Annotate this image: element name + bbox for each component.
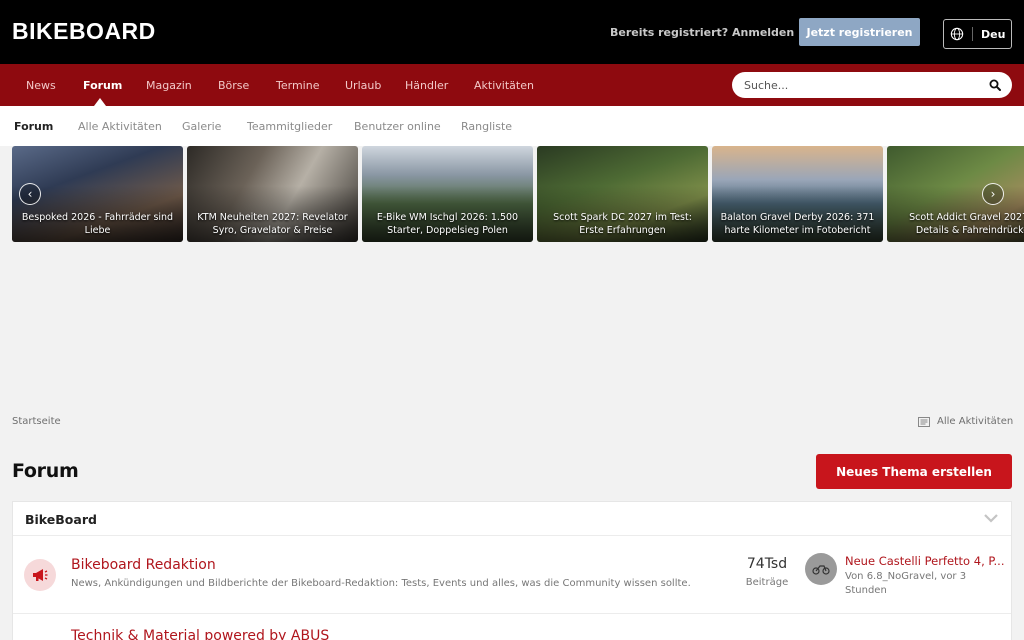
language-label: Deu [981, 27, 1006, 41]
sub-nav: Forum Alle Aktivitäten Galerie Teammitgl… [0, 106, 1024, 146]
carousel-card[interactable]: Balaton Gravel Derby 2026: 371 harte Kil… [712, 146, 883, 242]
card-caption: Scott Addict Gravel 2027 – Details & Fah… [909, 212, 1024, 236]
forum-title[interactable]: Bikeboard Redaktion [71, 557, 216, 573]
subnav-item-rangliste[interactable]: Rangliste [461, 120, 512, 133]
nav-item-boerse[interactable]: Börse [218, 79, 249, 92]
top-header: BIKEBOARD Bereits registriert? Anmelden … [0, 0, 1024, 64]
avatar[interactable] [805, 553, 837, 585]
card-caption: Balaton Gravel Derby 2026: 371 harte Kil… [720, 212, 875, 236]
chevron-right-icon: › [990, 187, 996, 201]
nav-item-haendler[interactable]: Händler [405, 79, 448, 92]
language-divider [972, 27, 973, 41]
megaphone-icon [24, 559, 56, 591]
last-post-meta: Von 6.8_NoGravel, vor 3 Stunden [845, 571, 967, 596]
subnav-item-teammitglieder[interactable]: Teammitglieder [247, 120, 332, 133]
search-input[interactable] [744, 77, 974, 93]
breadcrumb[interactable]: Startseite [12, 416, 61, 427]
nav-item-termine[interactable]: Termine [276, 79, 319, 92]
search-icon[interactable] [989, 79, 1001, 91]
forum-title[interactable]: Technik & Material powered by ABUS [71, 628, 329, 640]
nav-item-aktivitaeten[interactable]: Aktivitäten [474, 79, 534, 92]
nav-item-news[interactable]: News [26, 79, 56, 92]
carousel-card[interactable]: Scott Spark DC 2027 im Test: Erste Erfah… [537, 146, 708, 242]
main-nav: News Forum Magazin Börse Termine Urlaub … [0, 64, 1024, 106]
forum-row: Bikeboard Redaktion News, Ankündigungen … [13, 537, 1011, 614]
bicycle-icon [812, 565, 830, 575]
carousel-prev-button[interactable]: ‹ [19, 183, 41, 205]
nav-item-urlaub[interactable]: Urlaub [345, 79, 381, 92]
new-thread-button[interactable]: Neues Thema erstellen [816, 454, 1012, 489]
chevron-left-icon: ‹ [27, 187, 33, 201]
language-selector[interactable]: Deu [943, 19, 1012, 49]
card-caption: E-Bike WM Ischgl 2026: 1.500 Starter, Do… [376, 212, 519, 236]
register-button[interactable]: Jetzt registrieren [799, 18, 920, 46]
nav-item-magazin[interactable]: Magazin [146, 79, 192, 92]
category-title[interactable]: BikeBoard [25, 512, 97, 527]
all-activities-label: Alle Aktivitäten [937, 416, 1014, 427]
last-post-title[interactable]: Neue Castelli Perfetto 4, P... [845, 554, 1005, 568]
page-title: Forum [12, 460, 79, 482]
forum-category-box: BikeBoard Bikeboard Redaktion News, Ankü… [12, 501, 1012, 640]
card-caption: KTM Neuheiten 2027: Revelator Syro, Grav… [197, 212, 348, 236]
carousel-card[interactable]: E-Bike WM Ischgl 2026: 1.500 Starter, Do… [362, 146, 533, 242]
active-nav-indicator [94, 98, 106, 106]
signin-link[interactable]: Bereits registriert? Anmelden [610, 26, 809, 39]
activity-feed-icon [918, 416, 930, 427]
category-header: BikeBoard [13, 502, 1011, 536]
carousel-card[interactable]: KTM Neuheiten 2027: Revelator Syro, Grav… [187, 146, 358, 242]
posts-label: Beiträge [745, 577, 789, 588]
subnav-item-alle-aktivitaeten[interactable]: Alle Aktivitäten [78, 120, 162, 133]
signin-label: Bereits registriert? Anmelden [610, 26, 795, 39]
nav-item-forum[interactable]: Forum [83, 79, 122, 92]
posts-count: 74Tsd [746, 556, 788, 572]
subnav-item-galerie[interactable]: Galerie [182, 120, 221, 133]
carousel-next-button[interactable]: › [982, 183, 1004, 205]
subnav-item-forum[interactable]: Forum [14, 120, 53, 133]
card-caption: Bespoked 2026 - Fahrräder sind Liebe [21, 212, 174, 236]
card-caption: Scott Spark DC 2027 im Test: Erste Erfah… [553, 212, 692, 236]
globe-icon [950, 27, 964, 41]
chevron-down-icon[interactable] [983, 512, 999, 524]
site-logo[interactable]: BIKEBOARD [12, 18, 156, 45]
all-activities-link[interactable]: Alle Aktivitäten [918, 416, 1013, 427]
featured-carousel: Bespoked 2026 - Fahrräder sind Liebe KTM… [12, 146, 1024, 242]
forum-description: News, Ankündigungen und Bildberichte der… [71, 578, 691, 589]
search-box[interactable] [732, 72, 1012, 98]
subnav-item-benutzer-online[interactable]: Benutzer online [354, 120, 441, 133]
